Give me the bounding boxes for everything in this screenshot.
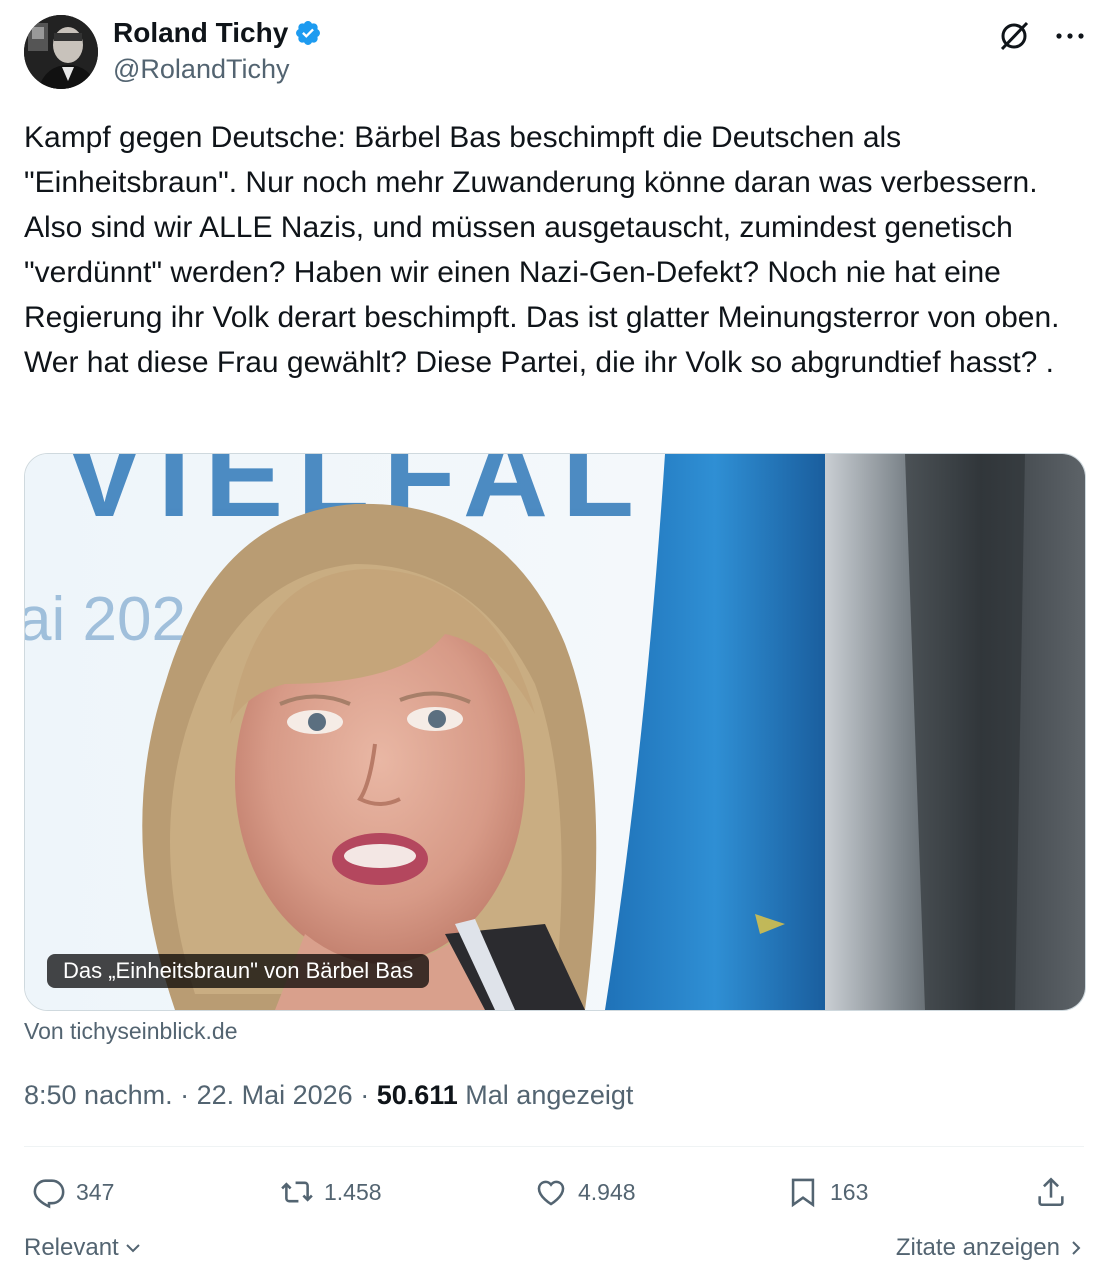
background-lettering-side: ai 202	[25, 585, 186, 654]
view-label: Mal angezeigt	[457, 1080, 634, 1110]
link-source[interactable]: Von tichyseinblick.de	[24, 1018, 238, 1045]
author-handle[interactable]: @RolandTichy	[113, 54, 289, 85]
avatar[interactable]	[24, 15, 98, 89]
view-quotes-label: Zitate anzeigen	[895, 1234, 1060, 1261]
meta-separator: ·	[172, 1080, 197, 1110]
repost-button[interactable]: 1.458	[280, 1168, 382, 1216]
chevron-down-icon	[126, 1244, 140, 1253]
sort-dropdown[interactable]: Relevant	[24, 1234, 143, 1262]
tweet-text: Kampf gegen Deutsche: Bärbel Bas beschim…	[24, 121, 1060, 379]
author-name[interactable]: Roland Tichy	[113, 15, 288, 51]
reply-count: 347	[76, 1178, 115, 1205]
more-icon	[1056, 33, 1084, 39]
share-button[interactable]	[1034, 1168, 1068, 1216]
repost-count: 1.458	[324, 1178, 382, 1205]
sort-label: Relevant	[24, 1234, 119, 1261]
link-card-image[interactable]: VIELFALT ai 202 Das „Einheitsbraun" von …	[24, 453, 1086, 1011]
link-card-title: Das „Einheitsbraun" von Bärbel Bas	[47, 954, 430, 988]
author-name-row[interactable]: Roland Tichy	[113, 15, 322, 51]
verified-badge-icon	[296, 21, 321, 45]
bookmark-icon	[791, 1178, 815, 1208]
tweet-time[interactable]: 8:50 nachm.	[24, 1080, 173, 1110]
avatar-image	[24, 15, 98, 89]
grok-button[interactable]	[996, 18, 1032, 54]
like-icon	[537, 1180, 565, 1206]
share-icon	[1038, 1177, 1064, 1207]
reply-button[interactable]: 347	[32, 1168, 114, 1216]
article-photo: VIELFALT ai 202	[25, 454, 1085, 1010]
action-bar: 347 1.458 4.948 163	[24, 1168, 1084, 1216]
divider	[24, 1146, 1084, 1147]
meta-separator: ·	[352, 1080, 377, 1110]
view-quotes-link[interactable]: Zitate anzeigen	[896, 1234, 1086, 1262]
tweet-date[interactable]: 22. Mai 2026	[197, 1080, 353, 1110]
bookmark-button[interactable]: 163	[786, 1168, 868, 1216]
grok-icon	[1000, 21, 1029, 51]
tweet-meta: 8:50 nachm. · 22. Mai 2026 · 50.611 Mal …	[24, 1080, 633, 1111]
like-button[interactable]: 4.948	[534, 1168, 636, 1216]
view-count: 50.611	[376, 1080, 458, 1110]
reply-icon	[33, 1179, 65, 1209]
bookmark-count: 163	[830, 1178, 869, 1205]
chevron-right-icon	[1072, 1241, 1081, 1255]
repost-icon	[281, 1181, 313, 1203]
top-icons	[996, 18, 1088, 54]
like-count: 4.948	[578, 1178, 636, 1205]
more-button[interactable]	[1052, 18, 1088, 54]
